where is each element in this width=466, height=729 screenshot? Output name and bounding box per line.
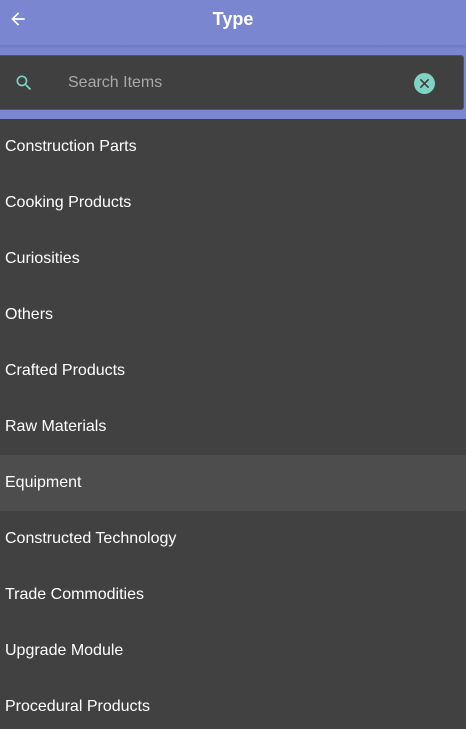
list-item-label: Construction Parts (5, 138, 137, 155)
search-input[interactable] (68, 72, 388, 94)
clear-icon (420, 79, 429, 88)
list-item-label: Curiosities (5, 250, 80, 267)
list-item-label: Cooking Products (5, 194, 132, 211)
list-item-construction-parts[interactable]: Construction Parts (0, 119, 466, 175)
list-item-others[interactable]: Others (0, 287, 466, 343)
app-screen: Type Construction Parts Cooking Products… (0, 0, 466, 729)
list-item-label: Equipment (5, 474, 82, 491)
list-item-equipment[interactable]: Equipment (0, 455, 466, 511)
app-header: Type (0, 0, 466, 119)
list-item-crafted-products[interactable]: Crafted Products (0, 343, 466, 399)
header-divider (0, 45, 466, 49)
list-item-trade-commodities[interactable]: Trade Commodities (0, 567, 466, 623)
list-item-label: Crafted Products (5, 362, 126, 379)
clear-search-button[interactable] (414, 73, 435, 94)
list-item-label: Upgrade Module (5, 642, 124, 659)
list-item-curiosities[interactable]: Curiosities (0, 231, 466, 287)
list-item-label: Constructed Technology (5, 530, 177, 547)
page-title: Type (212, 9, 254, 29)
list-item-constructed-technology[interactable]: Constructed Technology (0, 511, 466, 567)
search-bar (0, 55, 464, 110)
list-item-cooking-products[interactable]: Cooking Products (0, 175, 466, 231)
list-item-label: Procedural Products (5, 698, 150, 715)
type-list: Construction Parts Cooking Products Curi… (0, 119, 466, 729)
search-icon[interactable] (14, 73, 34, 93)
list-item-upgrade-module[interactable]: Upgrade Module (0, 623, 466, 679)
list-item-label: Trade Commodities (5, 586, 145, 603)
list-item-raw-materials[interactable]: Raw Materials (0, 399, 466, 455)
list-item-label: Others (5, 306, 54, 323)
list-item-procedural-products[interactable]: Procedural Products (0, 679, 466, 729)
list-item-label: Raw Materials (5, 418, 107, 435)
